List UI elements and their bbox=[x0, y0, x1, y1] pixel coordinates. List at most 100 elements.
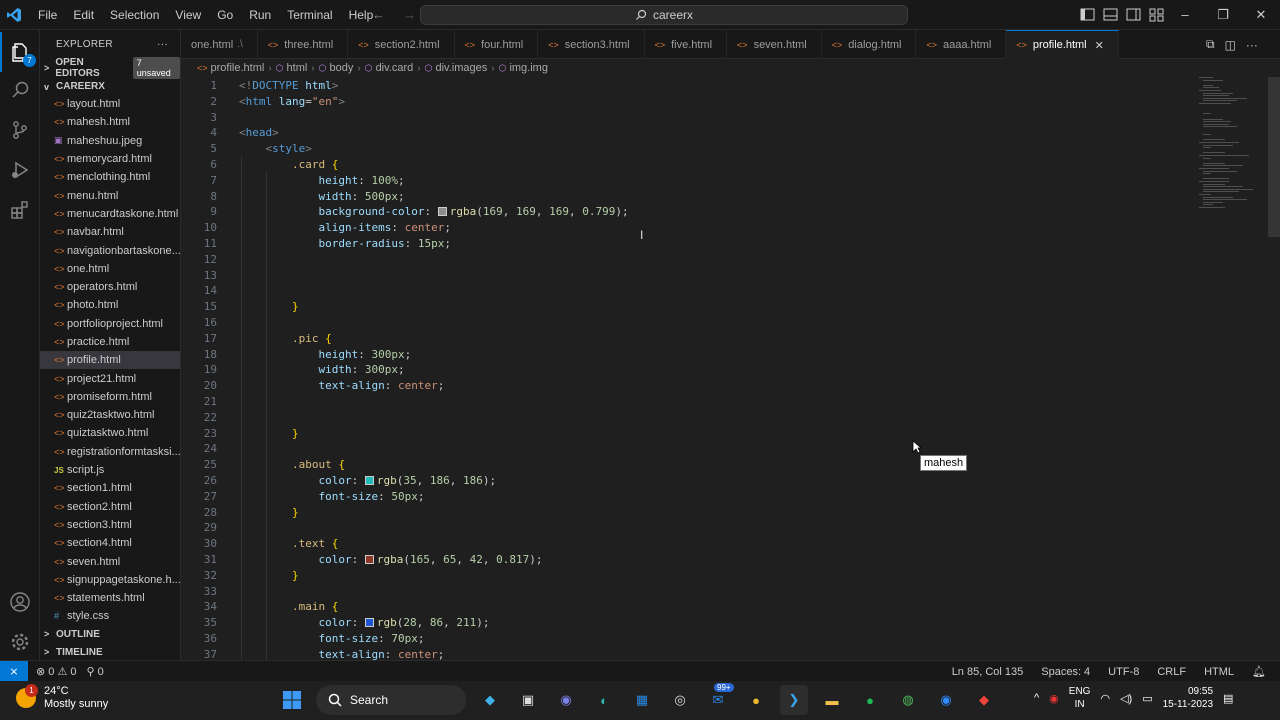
remote-indicator-icon[interactable]: ⨯ bbox=[0, 660, 28, 682]
file-item[interactable]: ▣ maheshuu.jpeg bbox=[40, 132, 180, 150]
menu-edit[interactable]: Edit bbox=[65, 0, 102, 30]
menu-view[interactable]: View bbox=[167, 0, 209, 30]
file-item[interactable]: <> practice.html bbox=[40, 333, 180, 351]
more-actions-icon[interactable]: ··· bbox=[1246, 38, 1258, 52]
encoding[interactable]: UTF-8 bbox=[1108, 666, 1139, 678]
clock[interactable]: 09:55 15-11-2023 bbox=[1163, 685, 1213, 711]
store-icon[interactable]: ▦ bbox=[628, 685, 656, 715]
forward-arrow-icon[interactable]: → bbox=[403, 7, 416, 22]
close-tab-icon[interactable]: ✕ bbox=[1095, 39, 1104, 52]
file-item[interactable]: <> section3.html bbox=[40, 516, 180, 534]
file-item[interactable]: <> quiz2tasktwo.html bbox=[40, 406, 180, 424]
breadcrumb-item[interactable]: <> profile.html bbox=[197, 62, 264, 74]
file-item[interactable]: <> quiztasktwo.html bbox=[40, 424, 180, 442]
file-item[interactable]: <> seven.html bbox=[40, 552, 180, 570]
volume-icon[interactable]: ◁) bbox=[1120, 692, 1132, 705]
menu-file[interactable]: File bbox=[30, 0, 65, 30]
extensions-activity-icon[interactable] bbox=[0, 190, 40, 230]
taskbar-search[interactable]: Search bbox=[316, 685, 466, 715]
language-indicator[interactable]: ENG IN bbox=[1069, 685, 1091, 711]
outline-section[interactable]: > OUTLINE bbox=[40, 625, 180, 643]
file-manager-icon[interactable]: ▣ bbox=[514, 685, 542, 715]
open-editors-section[interactable]: > OPEN EDITORS 7 unsaved bbox=[40, 56, 180, 79]
file-item[interactable]: <> menu.html bbox=[40, 186, 180, 204]
edge-browser-icon[interactable]: ◐ bbox=[590, 685, 618, 715]
tab-four[interactable]: <> four.html bbox=[455, 30, 539, 59]
ports-indicator[interactable]: ⚲ 0 bbox=[87, 665, 104, 678]
maximize-icon[interactable]: ❐ bbox=[1204, 0, 1242, 30]
tab-seven[interactable]: <> seven.html bbox=[727, 30, 822, 59]
file-item[interactable]: <> statements.html bbox=[40, 589, 180, 607]
dell-icon[interactable]: ◎ bbox=[666, 685, 694, 715]
security-icon[interactable]: ◉ bbox=[1049, 692, 1059, 705]
tab-aaaa[interactable]: <> aaaa.html bbox=[916, 30, 1007, 59]
file-item[interactable]: <> section2.html bbox=[40, 498, 180, 516]
file-item[interactable]: <> mahesh.html bbox=[40, 113, 180, 131]
menu-go[interactable]: Go bbox=[209, 0, 241, 30]
file-item[interactable]: <> section1.html bbox=[40, 479, 180, 497]
manage-gear-icon[interactable] bbox=[0, 622, 40, 662]
file-item[interactable]: <> navbar.html bbox=[40, 223, 180, 241]
minimap[interactable] bbox=[1191, 59, 1280, 660]
notification-center-icon[interactable]: ▤ bbox=[1223, 692, 1233, 705]
command-center-search[interactable]: careerx bbox=[420, 5, 908, 25]
file-item[interactable]: <> operators.html bbox=[40, 278, 180, 296]
menu-run[interactable]: Run bbox=[241, 0, 279, 30]
language-mode[interactable]: HTML bbox=[1204, 666, 1234, 678]
file-item[interactable]: <> signuppagetaskone.h... bbox=[40, 571, 180, 589]
close-window-icon[interactable]: ✕ bbox=[1242, 0, 1280, 30]
end-of-line[interactable]: CRLF bbox=[1157, 666, 1186, 678]
customize-layout-icon[interactable] bbox=[1149, 7, 1164, 22]
file-item[interactable]: <> layout.html bbox=[40, 95, 180, 113]
code-editor[interactable]: 1 <!DOCTYPE html> 2 <html lang="en"> 3 4 <head… bbox=[181, 77, 1191, 660]
menu-terminal[interactable]: Terminal bbox=[279, 0, 340, 30]
weather-widget[interactable]: 1 24°C Mostly sunny bbox=[16, 684, 108, 711]
file-item[interactable]: <> project21.html bbox=[40, 369, 180, 387]
toggle-primary-sidebar-icon[interactable] bbox=[1080, 7, 1095, 22]
anydesk-icon[interactable]: ◆ bbox=[970, 685, 998, 715]
open-preview-icon[interactable]: ⧉ bbox=[1206, 37, 1215, 52]
back-arrow-icon[interactable]: ← bbox=[372, 7, 385, 22]
indentation[interactable]: Spaces: 4 bbox=[1041, 666, 1090, 678]
toggle-secondary-sidebar-icon[interactable] bbox=[1126, 7, 1141, 22]
tab-profile[interactable]: <> profile.html ✕ bbox=[1006, 30, 1119, 59]
tab-dialog[interactable]: <> dialog.html bbox=[822, 30, 917, 59]
copilot-icon[interactable]: ◆ bbox=[476, 685, 504, 715]
file-item[interactable]: JS script.js bbox=[40, 461, 180, 479]
explorer-activity-icon[interactable]: 7 bbox=[0, 32, 40, 72]
mail-icon[interactable]: ✉ 99+ bbox=[704, 683, 734, 715]
vscode-taskbar-icon[interactable]: ❯ bbox=[780, 685, 808, 715]
battery-icon[interactable]: ▭ bbox=[1142, 692, 1152, 705]
breadcrumb-item[interactable]: ⬡ html bbox=[276, 62, 308, 74]
breadcrumb-item[interactable]: ⬡ div.images bbox=[425, 62, 488, 74]
file-item[interactable]: <> memorycard.html bbox=[40, 150, 180, 168]
tab-one[interactable]: one.html .\ bbox=[181, 30, 258, 59]
breadcrumb-item[interactable]: ⬡ div.card bbox=[365, 62, 414, 74]
wifi-icon[interactable]: ◠ bbox=[1100, 692, 1110, 705]
folder-section[interactable]: v CAREERX bbox=[40, 77, 180, 96]
tab-section2[interactable]: <> section2.html bbox=[348, 30, 455, 59]
minimize-icon[interactable]: – bbox=[1166, 0, 1204, 30]
spotify-icon[interactable]: ● bbox=[856, 685, 884, 715]
notifications-bell-icon[interactable]: 🔔︎ bbox=[1252, 665, 1266, 678]
menu-selection[interactable]: Selection bbox=[102, 0, 167, 30]
teams-chat-icon[interactable]: ◉ bbox=[552, 685, 580, 715]
more-actions-icon[interactable]: ··· bbox=[157, 39, 168, 50]
file-item[interactable]: <> portfolioproject.html bbox=[40, 315, 180, 333]
tray-overflow-chevron-icon[interactable]: ^ bbox=[1034, 692, 1039, 704]
folder-icon[interactable]: ▬ bbox=[818, 685, 846, 715]
file-item[interactable]: <> section4.html bbox=[40, 534, 180, 552]
start-windows-icon[interactable] bbox=[278, 685, 306, 715]
file-item[interactable]: <> one.html bbox=[40, 260, 180, 278]
file-item[interactable]: <> menucardtaskone.html bbox=[40, 205, 180, 223]
accounts-icon[interactable] bbox=[0, 582, 40, 622]
file-item[interactable]: <> profile.html bbox=[40, 351, 180, 370]
toggle-panel-icon[interactable] bbox=[1103, 7, 1118, 22]
file-item[interactable]: <> promiseform.html bbox=[40, 388, 180, 406]
search-activity-icon[interactable] bbox=[0, 70, 40, 110]
breadcrumb-item[interactable]: ⬡ body bbox=[319, 62, 354, 74]
zoom-icon[interactable]: ◉ bbox=[932, 685, 960, 715]
file-item[interactable]: <> menclothing.html bbox=[40, 168, 180, 186]
chrome-profile-icon[interactable]: ◍ bbox=[894, 685, 922, 715]
editor-scrollbar[interactable] bbox=[1268, 77, 1280, 237]
